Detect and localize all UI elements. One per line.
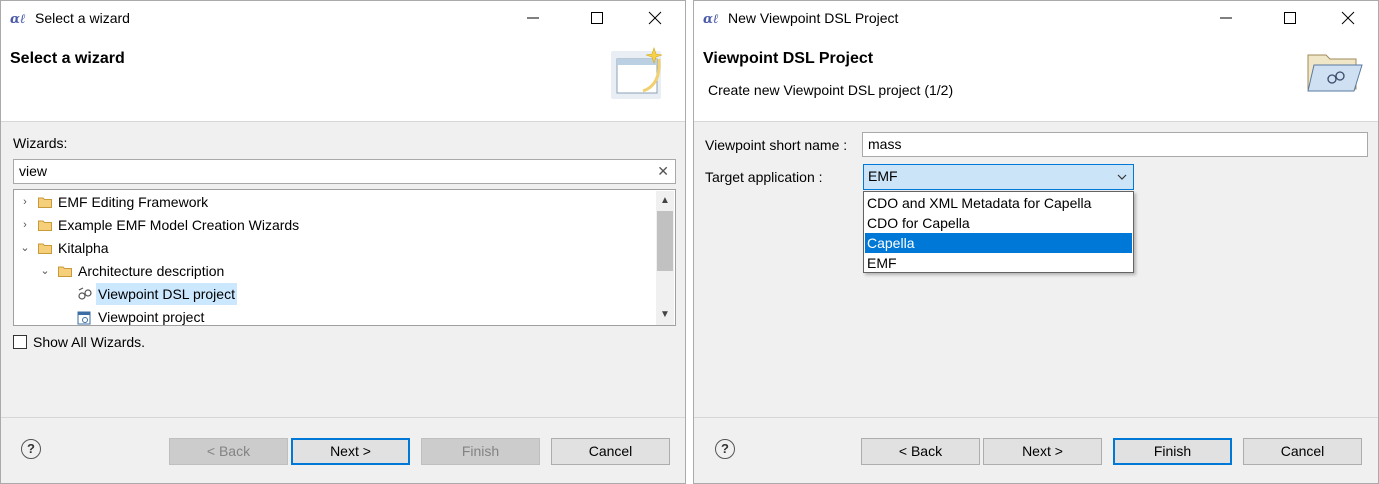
tree-item-viewpoint-dsl-project[interactable]: Viewpoint DSL project bbox=[14, 283, 654, 305]
scroll-thumb[interactable] bbox=[657, 211, 673, 271]
title-bar: αℓ New Viewpoint DSL Project bbox=[694, 1, 1378, 37]
folder-icon bbox=[38, 220, 52, 231]
cancel-button[interactable]: Cancel bbox=[551, 438, 670, 465]
finish-button[interactable]: Finish bbox=[421, 438, 540, 465]
minimize-icon bbox=[527, 17, 539, 19]
finish-button[interactable]: Finish bbox=[1113, 438, 1232, 465]
tree-item-architecture-description[interactable]: ⌄ Architecture description bbox=[14, 260, 654, 282]
maximize-button[interactable] bbox=[575, 3, 619, 33]
collapse-arrow-icon[interactable]: ⌄ bbox=[39, 260, 51, 282]
short-name-input[interactable]: mass bbox=[862, 132, 1368, 157]
target-application-label: Target application : bbox=[705, 169, 823, 185]
open-folder-icon bbox=[38, 243, 52, 254]
scroll-down-icon[interactable]: ▼ bbox=[660, 309, 670, 320]
new-viewpoint-dsl-project-dialog: αℓ New Viewpoint DSL Project Viewpoint D… bbox=[693, 0, 1379, 484]
target-application-dropdown[interactable]: CDO and XML Metadata for Capella CDO for… bbox=[863, 191, 1134, 273]
folder-icon bbox=[38, 197, 52, 208]
target-selected-value: EMF bbox=[868, 168, 898, 184]
open-folder-icon bbox=[58, 266, 72, 277]
tree-item-kitalpha[interactable]: ⌄ Kitalpha bbox=[14, 237, 654, 259]
tree-item-viewpoint-project[interactable]: Viewpoint project bbox=[14, 306, 654, 325]
short-name-label: Viewpoint short name : bbox=[705, 137, 848, 153]
title-bar: αℓ Select a wizard bbox=[1, 1, 685, 37]
wizard-filter-input[interactable]: view ✕ bbox=[13, 159, 676, 184]
option-cdo-for-capella[interactable]: CDO for Capella bbox=[865, 213, 1132, 233]
close-button[interactable] bbox=[1326, 3, 1370, 33]
tree-scrollbar[interactable]: ▲ ▼ bbox=[656, 191, 674, 325]
close-icon bbox=[1341, 11, 1355, 25]
footer-divider bbox=[694, 417, 1378, 418]
option-capella[interactable]: Capella bbox=[865, 233, 1132, 253]
minimize-button[interactable] bbox=[1204, 3, 1248, 33]
option-emf[interactable]: EMF bbox=[865, 253, 1132, 273]
target-application-select[interactable]: EMF bbox=[863, 164, 1134, 190]
maximize-icon bbox=[591, 12, 603, 24]
viewpoint-dsl-icon bbox=[78, 287, 92, 300]
show-all-wizards-checkbox[interactable] bbox=[13, 335, 27, 349]
page-subtitle: Create new Viewpoint DSL project (1/2) bbox=[708, 82, 954, 98]
window-title: New Viewpoint DSL Project bbox=[728, 10, 899, 26]
maximize-button[interactable] bbox=[1268, 3, 1312, 33]
collapse-arrow-icon[interactable]: ⌄ bbox=[19, 237, 31, 259]
expand-arrow-icon[interactable]: › bbox=[19, 191, 31, 213]
cancel-button[interactable]: Cancel bbox=[1243, 438, 1362, 465]
wizard-banner-icon bbox=[611, 47, 663, 99]
scroll-up-icon[interactable]: ▲ bbox=[660, 195, 670, 206]
wizard-header: Select a wizard bbox=[1, 37, 685, 122]
minimize-button[interactable] bbox=[511, 3, 555, 33]
show-all-wizards-label: Show All Wizards. bbox=[33, 334, 146, 350]
back-button[interactable]: < Back bbox=[861, 438, 980, 465]
tree-item-emf-editing[interactable]: › EMF Editing Framework bbox=[14, 191, 654, 213]
wizards-label: Wizards: bbox=[13, 135, 68, 151]
svg-text:αℓ: αℓ bbox=[703, 12, 719, 25]
next-button[interactable]: Next > bbox=[291, 438, 410, 465]
wizard-header: Viewpoint DSL Project Create new Viewpoi… bbox=[694, 37, 1378, 122]
chevron-down-icon bbox=[1117, 174, 1127, 180]
svg-text:αℓ: αℓ bbox=[10, 12, 26, 25]
page-title: Viewpoint DSL Project bbox=[703, 50, 874, 67]
window-title: Select a wizard bbox=[35, 10, 130, 26]
option-cdo-xml-metadata[interactable]: CDO and XML Metadata for Capella bbox=[865, 193, 1132, 213]
viewpoint-project-icon bbox=[77, 311, 91, 325]
expand-arrow-icon[interactable]: › bbox=[19, 214, 31, 236]
close-button[interactable] bbox=[633, 3, 677, 33]
app-logo-icon: αℓ bbox=[10, 12, 26, 25]
help-icon[interactable]: ? bbox=[715, 439, 735, 459]
close-icon bbox=[648, 11, 662, 25]
next-button[interactable]: Next > bbox=[983, 438, 1102, 465]
select-wizard-dialog: αℓ Select a wizard Select a wizard Wizar… bbox=[0, 0, 686, 484]
app-logo-icon: αℓ bbox=[703, 12, 719, 25]
back-button[interactable]: < Back bbox=[169, 438, 288, 465]
maximize-icon bbox=[1284, 12, 1296, 24]
folder-banner-icon bbox=[1307, 54, 1363, 92]
short-name-value: mass bbox=[868, 136, 902, 152]
page-title: Select a wizard bbox=[10, 50, 125, 67]
footer-divider bbox=[1, 417, 685, 418]
wizard-tree[interactable]: › EMF Editing Framework › Example EMF Mo… bbox=[13, 189, 676, 326]
tree-item-example-emf[interactable]: › Example EMF Model Creation Wizards bbox=[14, 214, 654, 236]
minimize-icon bbox=[1220, 17, 1232, 19]
filter-value: view bbox=[19, 163, 48, 179]
clear-filter-icon[interactable]: ✕ bbox=[657, 163, 669, 180]
help-icon[interactable]: ? bbox=[21, 439, 41, 459]
